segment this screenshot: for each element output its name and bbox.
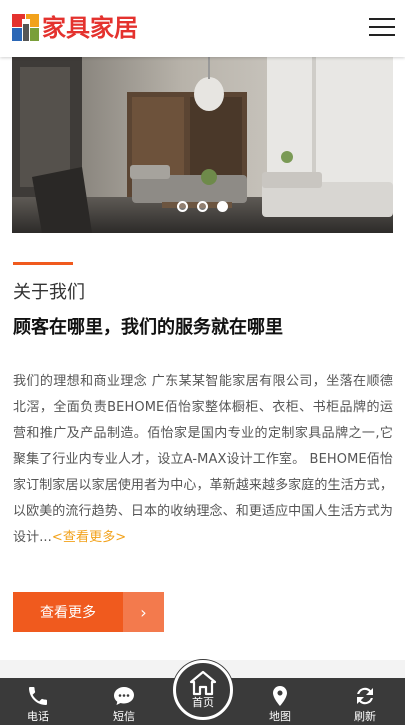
logo-mark-icon xyxy=(12,14,39,41)
map-pin-icon xyxy=(273,686,287,706)
nav-message[interactable]: 短信 xyxy=(94,678,154,725)
header: 家具家居 xyxy=(0,0,405,57)
slider-dot[interactable] xyxy=(177,201,188,212)
logo[interactable]: 家具家居 xyxy=(12,14,138,41)
about-description: 我们的理想和商业理念 广东某某智能家居有限公司，坐落在顺德北滘，全面负责BEHO… xyxy=(13,369,393,551)
slider-dots xyxy=(12,201,393,212)
message-icon xyxy=(114,687,134,705)
view-more-button[interactable]: 查看更多 › xyxy=(13,592,164,632)
nav-phone[interactable]: 电话 xyxy=(8,678,68,725)
nav-refresh[interactable]: 刷新 xyxy=(335,678,395,725)
nav-label: 短信 xyxy=(113,710,135,723)
nav-label: 地图 xyxy=(269,710,291,723)
about-heading: 顾客在哪里，我们的服务就在哪里 xyxy=(13,317,283,338)
nav-home[interactable]: 首页 xyxy=(173,660,233,720)
nav-label: 首页 xyxy=(192,696,214,709)
logo-text: 家具家居 xyxy=(42,13,138,42)
nav-map[interactable]: 地图 xyxy=(250,678,310,725)
chevron-right-icon: › xyxy=(123,592,164,632)
slider-dot[interactable] xyxy=(197,201,208,212)
refresh-icon xyxy=(357,687,373,705)
about-section-title: 关于我们 xyxy=(13,282,85,303)
hamburger-menu-icon[interactable] xyxy=(369,18,395,40)
view-more-button-label: 查看更多 xyxy=(13,592,123,632)
slider-dot-active[interactable] xyxy=(217,201,228,212)
home-icon xyxy=(189,670,217,696)
nav-label: 刷新 xyxy=(354,710,376,723)
phone-icon xyxy=(29,687,47,705)
read-more-link[interactable]: <查看更多> xyxy=(52,530,126,545)
accent-divider xyxy=(13,262,73,265)
banner-slider[interactable] xyxy=(12,57,393,233)
about-description-text: 我们的理想和商业理念 广东某某智能家居有限公司，坐落在顺德北滘，全面负责BEHO… xyxy=(13,374,393,545)
nav-label: 电话 xyxy=(27,710,49,723)
